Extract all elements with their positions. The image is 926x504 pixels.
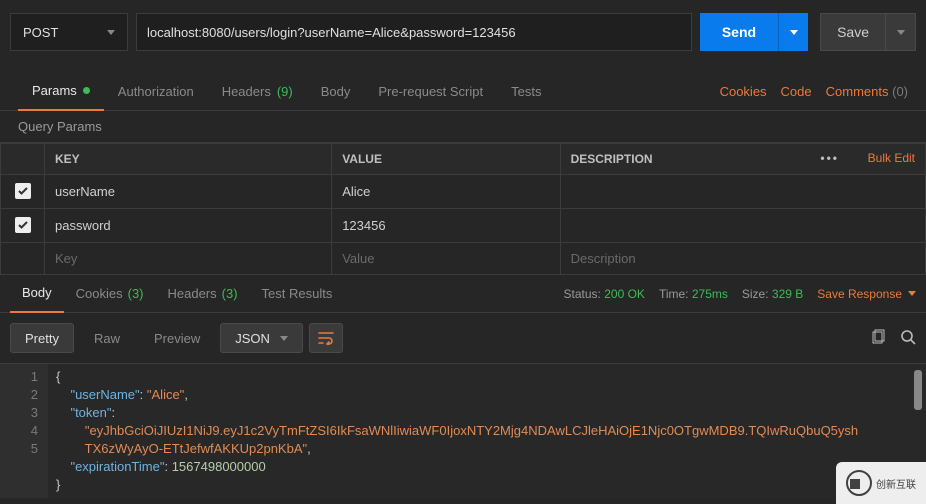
col-key: KEY (45, 144, 332, 175)
checkbox[interactable] (15, 183, 31, 199)
tab-tests[interactable]: Tests (497, 73, 555, 111)
response-tab-headers[interactable]: Headers (3) (156, 275, 250, 313)
param-desc[interactable] (560, 209, 925, 243)
comments-link[interactable]: Comments (0) (826, 84, 908, 99)
response-tab-testresults[interactable]: Test Results (250, 275, 345, 313)
col-check (1, 144, 45, 175)
status-label: Status: 200 OK (564, 287, 645, 301)
col-description: DESCRIPTION ••• Bulk Edit (560, 144, 925, 175)
cookies-link[interactable]: Cookies (720, 84, 767, 99)
tab-authorization[interactable]: Authorization (104, 73, 208, 111)
response-tab-cookies[interactable]: Cookies (3) (64, 275, 156, 313)
tab-headers[interactable]: Headers (9) (208, 73, 307, 111)
chevron-down-icon (897, 30, 905, 35)
send-dropdown[interactable] (778, 13, 808, 51)
wrap-lines-icon[interactable] (309, 323, 343, 353)
bulk-edit-link[interactable]: Bulk Edit (868, 151, 915, 165)
chevron-down-icon (107, 30, 115, 35)
status-dot-icon (83, 87, 90, 94)
tab-params[interactable]: Params (18, 73, 104, 111)
more-icon[interactable]: ••• (820, 151, 839, 165)
url-value: localhost:8080/users/login?userName=Alic… (147, 25, 516, 40)
param-desc[interactable] (560, 175, 925, 209)
view-pretty[interactable]: Pretty (10, 323, 74, 353)
copy-icon[interactable] (870, 329, 886, 348)
response-tab-body[interactable]: Body (10, 275, 64, 313)
format-select[interactable]: JSON (220, 323, 303, 353)
code-link[interactable]: Code (781, 84, 812, 99)
query-params-table: KEY VALUE DESCRIPTION ••• Bulk Edit user… (0, 143, 926, 275)
query-params-title: Query Params (0, 111, 926, 143)
param-value[interactable]: 123456 (332, 209, 560, 243)
view-raw[interactable]: Raw (80, 323, 134, 353)
save-button[interactable]: Save (820, 13, 886, 51)
col-value: VALUE (332, 144, 560, 175)
table-row-new[interactable]: Key Value Description (1, 243, 926, 275)
url-input[interactable]: localhost:8080/users/login?userName=Alic… (136, 13, 692, 51)
response-body-viewer[interactable]: 1 2 3 4 5 { "userName": "Alice", "token"… (0, 363, 926, 498)
http-method-select[interactable]: POST (10, 13, 128, 51)
checkbox[interactable] (15, 217, 31, 233)
send-button[interactable]: Send (700, 13, 778, 51)
table-row[interactable]: userName Alice (1, 175, 926, 209)
http-method-value: POST (23, 25, 58, 40)
param-key[interactable]: password (45, 209, 332, 243)
chevron-down-icon (908, 291, 916, 296)
watermark: 创新互联 (836, 462, 926, 504)
table-row[interactable]: password 123456 (1, 209, 926, 243)
param-desc-placeholder[interactable]: Description (560, 243, 925, 275)
param-key[interactable]: userName (45, 175, 332, 209)
param-value[interactable]: Alice (332, 175, 560, 209)
search-icon[interactable] (900, 329, 916, 348)
save-response-button[interactable]: Save Response (817, 287, 916, 301)
time-label: Time: 275ms (659, 287, 728, 301)
response-body-text: { "userName": "Alice", "token": "eyJhbGc… (48, 364, 866, 498)
size-label: Size: 329 B (742, 287, 803, 301)
chevron-down-icon (790, 30, 798, 35)
chevron-down-icon (280, 336, 288, 341)
tab-body[interactable]: Body (307, 73, 365, 111)
scrollbar-thumb[interactable] (914, 370, 922, 410)
param-key-placeholder[interactable]: Key (45, 243, 332, 275)
param-value-placeholder[interactable]: Value (332, 243, 560, 275)
tab-prerequest[interactable]: Pre-request Script (364, 73, 497, 111)
view-preview[interactable]: Preview (140, 323, 214, 353)
save-dropdown[interactable] (886, 13, 916, 51)
line-gutter: 1 2 3 4 5 (0, 364, 48, 498)
